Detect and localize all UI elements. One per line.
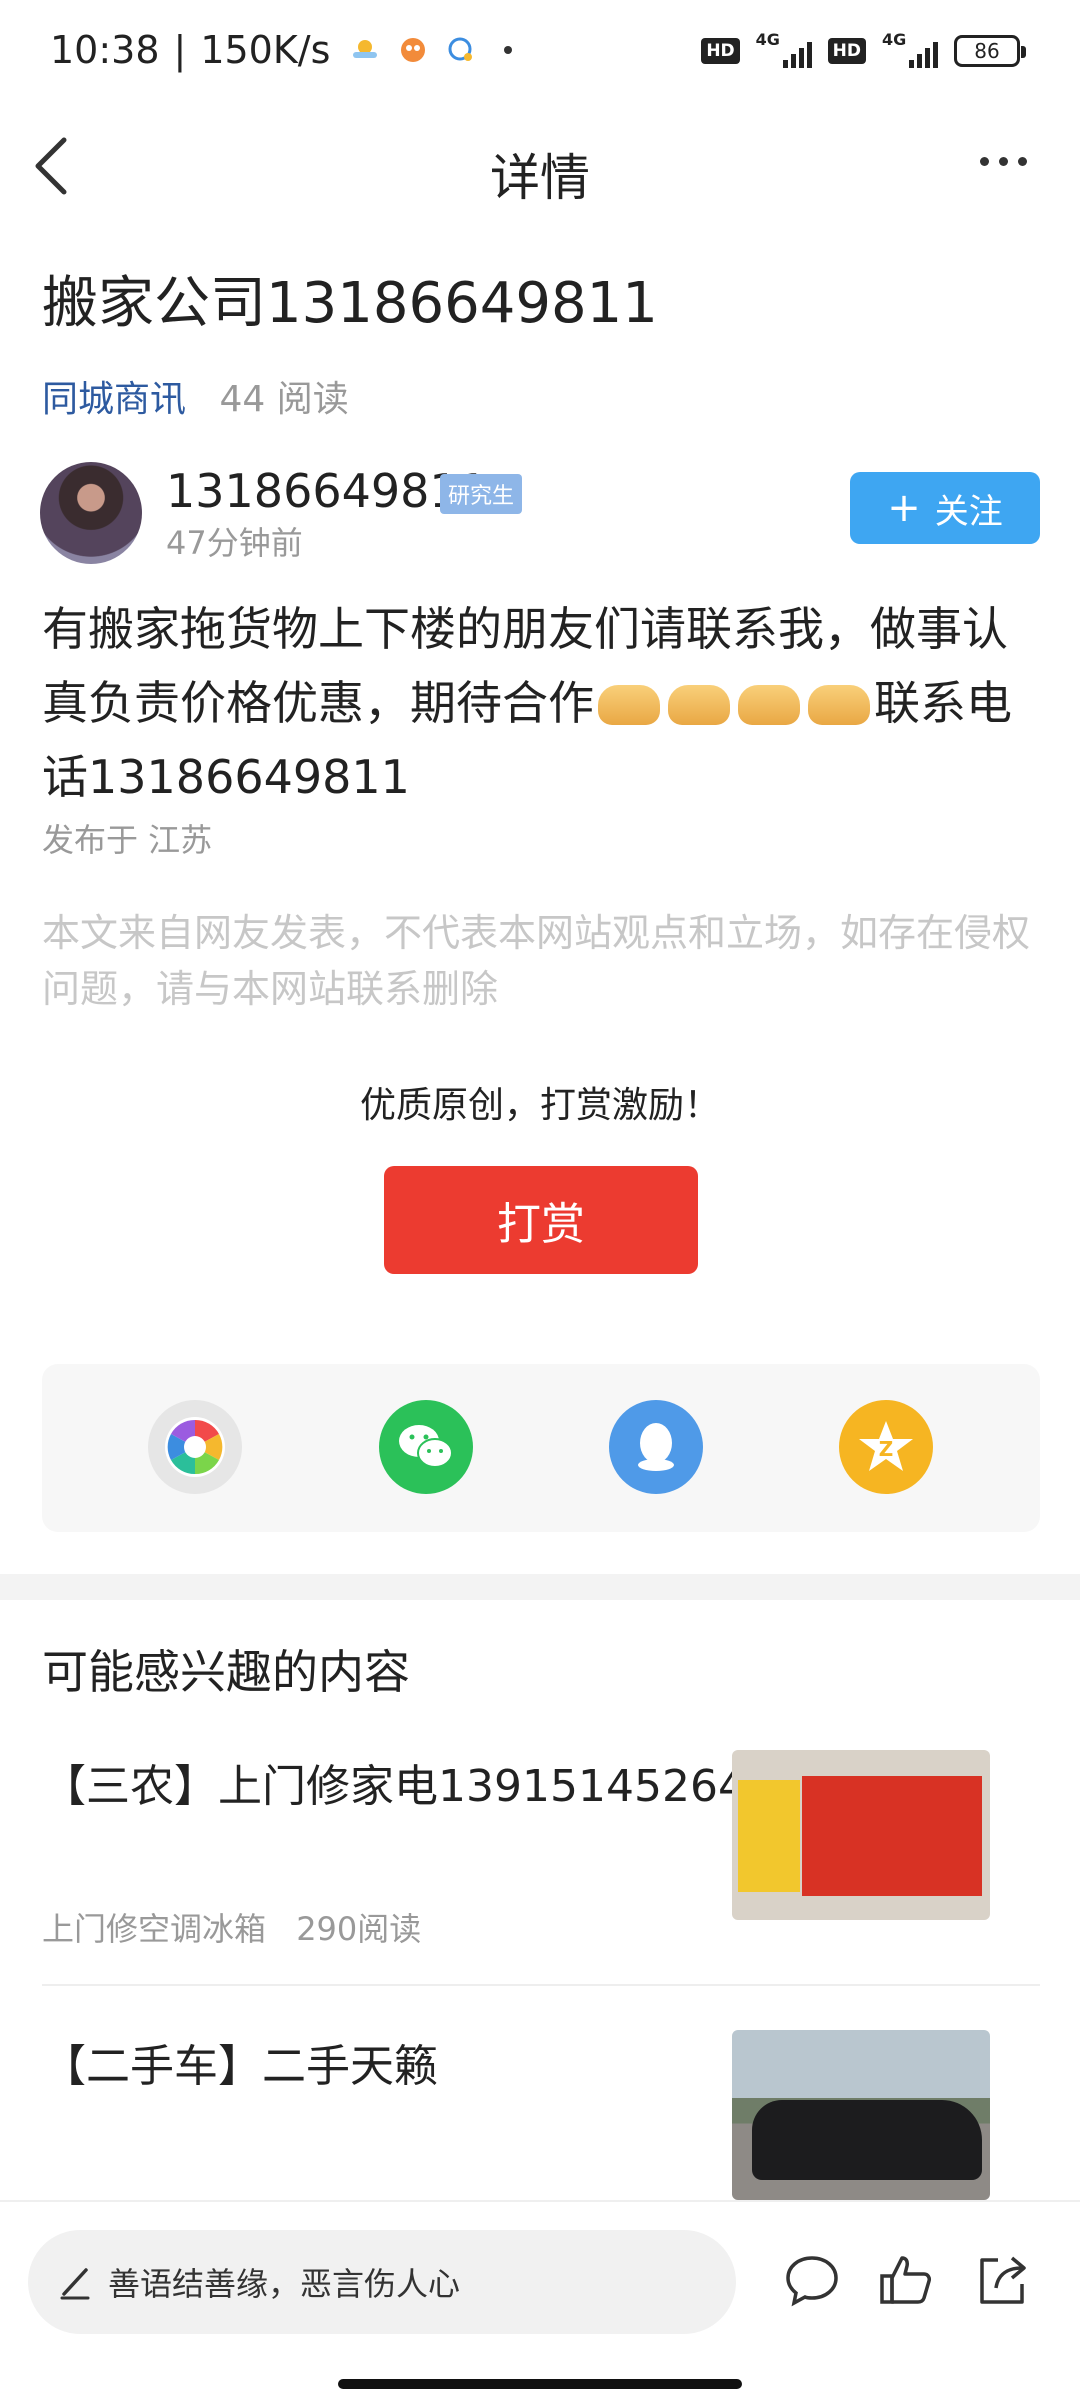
author-badge: 研究生 [440, 474, 523, 514]
app-notification-icon [401, 38, 426, 62]
category-link[interactable]: 同城商讯 [42, 379, 186, 420]
pencil-icon [60, 2268, 90, 2300]
share-icon[interactable] [972, 2250, 1032, 2310]
status-separator: | [173, 28, 187, 72]
follow-button[interactable]: + 关注 [850, 472, 1040, 544]
reward-prompt: 优质原创，打赏激励！ [359, 1085, 720, 1126]
handshake-emoji-icon [668, 685, 730, 725]
share-panel: Z [42, 1364, 1040, 1532]
reward-button[interactable]: 打赏 [384, 1166, 698, 1274]
network-type-1: 4G [755, 30, 780, 49]
qzone-icon[interactable]: Z [839, 1400, 933, 1494]
handshake-emoji-icon [808, 685, 870, 725]
avatar[interactable] [40, 462, 142, 564]
page-title: 详情 [490, 149, 590, 207]
weather-icon [353, 40, 378, 58]
status-time: 10:38 [50, 28, 160, 72]
notification-icons [350, 35, 513, 65]
disclaimer-text: 本文来自网友发表，不代表本网站观点和立场，如存在侵权问题，请与本网站联系删除 [42, 911, 1031, 1011]
signal-2-icon: 4G [882, 30, 938, 68]
hd-badge-2: HD [827, 38, 866, 64]
list-item-subtitle: 上门修空调冰箱 [42, 1910, 267, 1948]
more-icon[interactable] [980, 146, 1040, 176]
list-item-title: 【二手车】二手天籁 [42, 2041, 438, 2092]
list-item-meta: 上门修空调冰箱 290阅读 [42, 1904, 421, 1950]
network-type-2: 4G [882, 30, 907, 49]
svg-text:Z: Z [879, 1437, 894, 1461]
publish-location: 发布于 江苏 [42, 821, 213, 859]
list-item-title: 【三农】上门修家电13915145264 [42, 1761, 746, 1812]
read-count: 44 阅读 [219, 379, 349, 420]
bottom-bar: 善语结善缘，恶言伤人心 [0, 2200, 1080, 2400]
recommend-title: 可能感兴趣的内容 [42, 1645, 410, 1699]
handshake-emoji-icon [738, 685, 800, 725]
top-nav: 详情 [0, 110, 1080, 230]
article-meta: 同城商讯 44 阅读 [42, 370, 349, 422]
status-left: 10:38 | 150K/s [50, 28, 513, 72]
article-title: 搬家公司13186649811 [42, 271, 658, 336]
like-icon[interactable] [876, 2250, 936, 2310]
status-bar: 10:38 | 150K/s HD 4G HD 4G 86 [0, 0, 1080, 110]
home-indicator[interactable] [338, 2379, 742, 2389]
comment-placeholder: 善语结善缘，恶言伤人心 [108, 2265, 461, 2303]
more-notifications-dot [504, 46, 513, 54]
plus-icon: + [887, 485, 921, 531]
status-speed: 150K/s [200, 28, 331, 72]
signal-1-icon: 4G [756, 30, 812, 68]
hd-badge-1: HD [701, 38, 740, 64]
chat-notification-icon [448, 37, 473, 61]
section-divider [0, 1574, 1080, 1600]
author-row: 13186649811 研究生 47分钟前 + 关注 [40, 462, 1040, 572]
list-item-reads: 290阅读 [296, 1910, 422, 1948]
list-item[interactable]: 【三农】上门修家电13915145264 上门修空调冰箱 290阅读 [42, 1750, 1040, 1986]
article-body: 有搬家拖货物上下楼的朋友们请联系我，做事认真负责价格优惠，期待合作 联系电话131… [42, 592, 1042, 814]
battery-icon: 86 [954, 35, 1026, 67]
list-item-thumbnail [732, 1750, 990, 1920]
post-time: 47分钟前 [166, 524, 303, 562]
qq-icon[interactable] [609, 1400, 703, 1494]
handshake-emoji-icon [598, 685, 660, 725]
follow-label: 关注 [934, 491, 1003, 532]
moments-icon[interactable] [148, 1400, 242, 1494]
status-right: HD 4G HD 4G 86 [701, 30, 1026, 68]
wechat-icon[interactable] [379, 1400, 473, 1494]
comment-icon[interactable] [782, 2250, 842, 2310]
comment-input[interactable]: 善语结善缘，恶言伤人心 [28, 2230, 736, 2334]
list-item[interactable]: 【二手车】二手天籁 [42, 2030, 1040, 2200]
list-item-thumbnail [732, 2030, 990, 2200]
